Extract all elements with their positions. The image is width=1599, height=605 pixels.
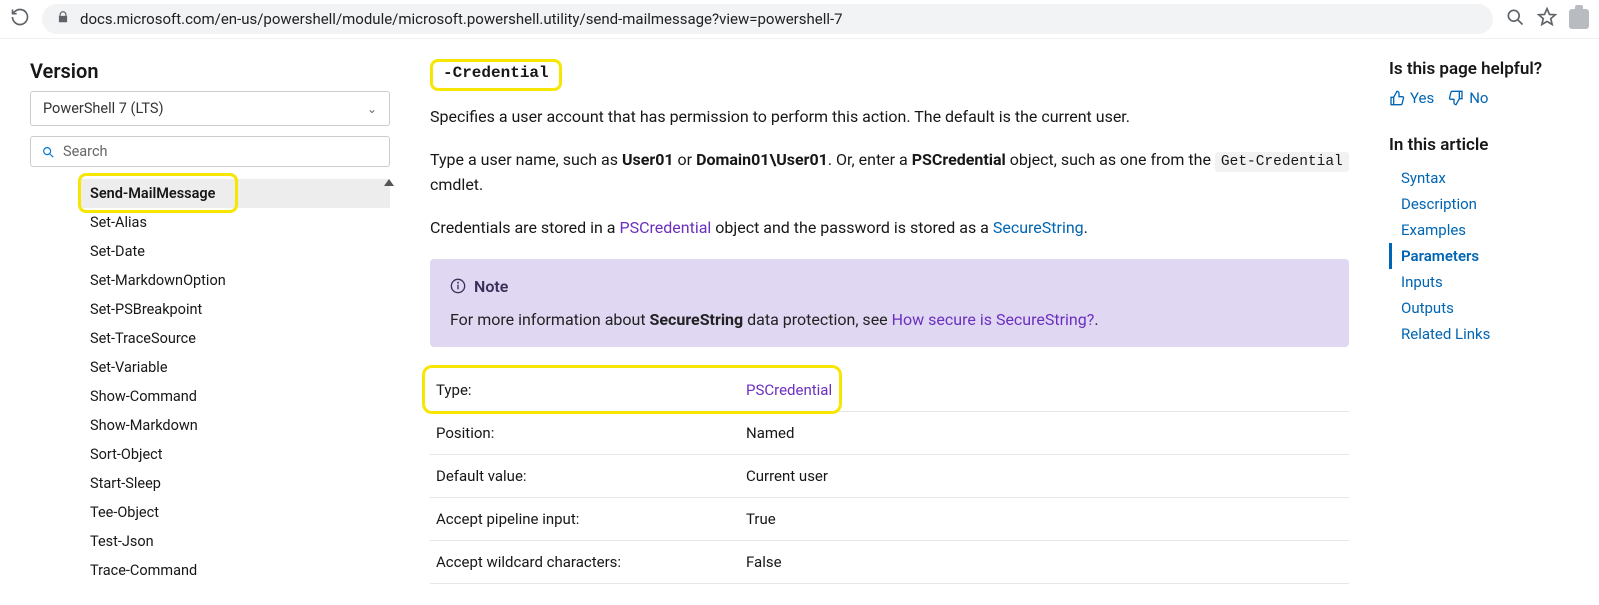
nav-item[interactable]: Trace-Command [80,556,390,585]
browser-bar: docs.microsoft.com/en-us/powershell/modu… [0,0,1599,39]
search-input[interactable]: Search [30,136,390,167]
toc-item[interactable]: Examples [1389,217,1569,243]
nav-item[interactable]: Set-MarkdownOption [80,266,390,295]
nav-item[interactable]: Test-Json [80,527,390,556]
table-value: True [740,497,1349,540]
helpful-title: Is this page helpful? [1389,59,1569,79]
nav-item[interactable]: Show-Command [80,382,390,411]
parameter-table: Type: PSCredential Position: Named Defau… [430,369,1349,584]
table-row: Default value: Current user [430,454,1349,497]
paragraph: Credentials are stored in a PSCredential… [430,216,1349,241]
feedback-row: Yes No [1389,89,1569,107]
toc-list: Syntax Description Examples Parameters I… [1389,165,1569,347]
reload-icon[interactable] [10,7,30,31]
no-button[interactable]: No [1448,89,1488,107]
note-block: Note For more information about SecureSt… [430,259,1349,347]
table-row: Accept pipeline input: True [430,497,1349,540]
toc-item[interactable]: Syntax [1389,165,1569,191]
table-value: Named [740,411,1349,454]
nav-item[interactable]: Sort-Object [80,440,390,469]
table-row: Position: Named [430,411,1349,454]
nav-item[interactable]: Tee-Object [80,498,390,527]
type-link[interactable]: PSCredential [746,381,832,399]
version-label: Version [30,59,390,83]
highlight-box: -Credential [430,59,562,91]
version-select[interactable]: PowerShell 7 (LTS) ⌄ [30,91,390,126]
paragraph: Specifies a user account that has permis… [430,105,1349,130]
nav-item-send-mailmessage[interactable]: Send-MailMessage [80,179,390,208]
table-key: Accept wildcard characters: [430,540,740,583]
table-key: Default value: [430,454,740,497]
nav-item[interactable]: Start-Sleep [80,469,390,498]
search-icon [41,145,55,159]
paragraph: Type a user name, such as User01 or Doma… [430,148,1349,198]
table-key: Position: [430,411,740,454]
toc-item[interactable]: Parameters [1389,243,1569,269]
scroll-up-icon[interactable] [384,179,394,186]
main-content: -Credential Specifies a user account tha… [400,39,1379,604]
lock-icon [56,10,70,28]
extension-icon[interactable] [1569,9,1589,29]
table-row: Accept wildcard characters: False [430,540,1349,583]
bold-text: SecureString [650,310,744,329]
nav-item[interactable]: Set-Date [80,237,390,266]
table-value: False [740,540,1349,583]
bold-text: User01 [622,150,674,169]
toc-item[interactable]: Inputs [1389,269,1569,295]
table-value: Current user [740,454,1349,497]
securestring-how-link[interactable]: How secure is SecureString? [892,310,1095,329]
table-key: Type: [430,369,740,412]
star-icon[interactable] [1537,7,1557,31]
address-bar[interactable]: docs.microsoft.com/en-us/powershell/modu… [42,4,1493,34]
nav-item[interactable]: Set-Variable [80,353,390,382]
inline-code: Get-Credential [1215,152,1349,172]
table-row: Type: PSCredential [430,369,1349,412]
toc-title: In this article [1389,135,1569,155]
chevron-down-icon: ⌄ [367,102,377,116]
toc-item[interactable]: Related Links [1389,321,1569,347]
right-sidebar: Is this page helpful? Yes No In this art… [1379,39,1579,367]
toc-item[interactable]: Outputs [1389,295,1569,321]
search-placeholder: Search [63,143,108,160]
version-value: PowerShell 7 (LTS) [43,100,164,117]
nav-list: Send-MailMessage Set-Alias Set-Date Set-… [30,179,390,585]
toc-item[interactable]: Description [1389,191,1569,217]
securestring-link[interactable]: SecureString [993,218,1084,237]
left-sidebar: Version PowerShell 7 (LTS) ⌄ Search Send… [20,39,400,605]
note-body: For more information about SecureString … [450,310,1329,329]
nav-item[interactable]: Set-PSBreakpoint [80,295,390,324]
nav-item[interactable]: Show-Markdown [80,411,390,440]
thumbs-down-icon [1448,90,1464,106]
nav-item[interactable]: Set-Alias [80,208,390,237]
bold-text: PSCredential [912,150,1006,169]
info-icon [450,278,466,294]
zoom-icon[interactable] [1505,7,1525,31]
nav-item[interactable]: Set-TraceSource [80,324,390,353]
parameter-name: -Credential [439,62,553,84]
bold-text: Domain01\User01 [696,150,828,169]
url-text: docs.microsoft.com/en-us/powershell/modu… [80,10,843,28]
note-title: Note [450,277,1329,296]
yes-button[interactable]: Yes [1389,89,1434,107]
table-key: Accept pipeline input: [430,497,740,540]
pscredential-link[interactable]: PSCredential [619,218,711,237]
thumbs-up-icon [1389,90,1405,106]
